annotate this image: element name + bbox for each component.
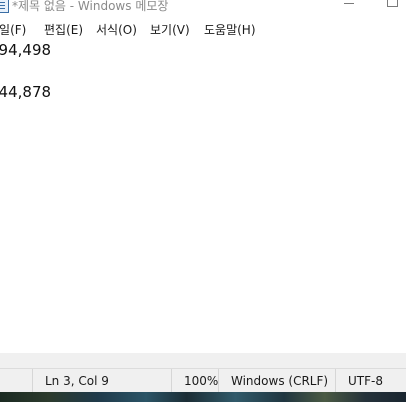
notepad-icon [0,0,9,13]
menu-bar: 파일(F) 편집(E) 서식(O) 보기(V) 도움말(H) [0,17,406,39]
desktop-wallpaper [0,392,406,402]
notepad-window: *제목 없음 - Windows 메모장 파일(F) 편집(E) 서식(O) 보… [0,0,406,402]
status-encoding: UTF-8 [335,369,406,393]
text-editor[interactable]: 194,498 644,878 [0,39,406,353]
maximize-icon[interactable] [387,0,398,7]
title-bar[interactable]: *제목 없음 - Windows 메모장 [0,0,406,16]
status-cursor-position: Ln 3, Col 9 [32,369,171,393]
menu-edit[interactable]: 편집(E) [44,21,83,38]
window-title: *제목 없음 - Windows 메모장 [12,0,169,13]
status-line-ending: Windows (CRLF) [218,369,335,393]
menu-file[interactable]: 파일(F) [0,21,26,38]
menu-view[interactable]: 보기(V) [150,21,190,38]
status-bar-spacer [0,353,406,368]
editor-line: 644,878 [0,83,52,101]
menu-help[interactable]: 도움말(H) [204,21,256,38]
minimize-icon[interactable] [344,3,354,4]
menu-format[interactable]: 서식(O) [96,21,137,38]
status-bar: Ln 3, Col 9 100% Windows (CRLF) UTF-8 [0,368,406,393]
editor-line: 194,498 [0,41,52,59]
status-zoom: 100% [171,369,218,393]
